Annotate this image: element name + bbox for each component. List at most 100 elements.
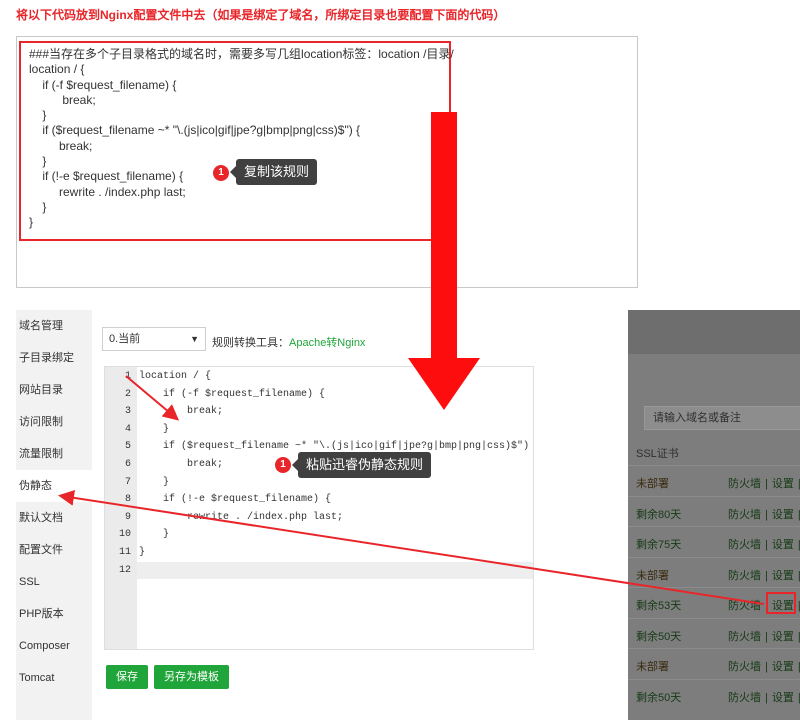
line-number: 9 xyxy=(124,511,131,523)
code-line: if ($request_filename ~* "\.(js|ico|gif|… xyxy=(139,441,534,453)
row-actions: 防火墙 | 设置 | xyxy=(728,628,800,644)
firewall-link[interactable]: 防火墙 xyxy=(728,661,761,673)
version-select-value: 0.当前 xyxy=(109,333,141,345)
site-list-dimmed: 请输入域名或备注 SSL证书 未部署 防火墙 | 设置 | 剩余80天 防火墙 | 设置 | 剩余7… xyxy=(628,310,800,720)
ssl-status: 剩余53天 xyxy=(636,600,682,612)
sidebar-item[interactable]: Tomcat xyxy=(16,662,92,694)
sidebar-item[interactable]: PHP版本 xyxy=(16,598,92,630)
save-button[interactable]: 保存 xyxy=(106,665,148,689)
instruction-text: 将以下代码放到Nginx配置文件中去（如果是绑定了域名，所绑定目录也要配置下面的… xyxy=(16,8,506,22)
source-rule-textarea[interactable]: ###当存在多个子目录格式的域名时，需要多写几组location标签：locat… xyxy=(16,36,638,288)
firewall-link[interactable]: 防火墙 xyxy=(728,600,761,612)
sidebar-item[interactable]: 配置文件 xyxy=(16,534,92,566)
row-actions: 防火墙 | 设置 | xyxy=(728,567,800,583)
firewall-link[interactable]: 防火墙 xyxy=(728,509,761,521)
row-actions: 防火墙 | 设置 | xyxy=(728,689,800,705)
row-actions: 防火墙 | 设置 | xyxy=(728,475,800,491)
copy-rule-callout: 复制该规则 xyxy=(229,159,318,185)
save-as-template-button[interactable]: 另存为模板 xyxy=(154,665,229,689)
action-separator: | xyxy=(765,630,768,643)
action-separator: | xyxy=(765,539,768,551)
line-number: 3 xyxy=(124,406,131,418)
sidebar-item[interactable]: 伪静态 xyxy=(16,470,92,502)
line-number: 12 xyxy=(118,564,131,576)
line-number: 8 xyxy=(124,494,131,506)
action-separator: | xyxy=(765,691,768,704)
settings-sidebar: 域名管理 子目录绑定 网站目录 访问限制 流量限制 伪静态 默认文档 配置文件 SSL PHP版本… xyxy=(16,310,92,720)
code-line: } xyxy=(139,547,146,558)
version-select[interactable]: 0.当前 ▼ xyxy=(102,327,206,351)
site-list-row: 剩余50天 防火墙 | 设置 | xyxy=(628,617,800,648)
ssl-status: 未部署 xyxy=(636,478,669,490)
firewall-link[interactable]: 防火墙 xyxy=(728,692,761,704)
line-number: 2 xyxy=(124,388,131,400)
line-number: 7 xyxy=(124,476,131,488)
settings-highlight-box xyxy=(766,592,796,614)
action-separator: | xyxy=(765,569,768,582)
source-rule-code: ###当存在多个子目录格式的域名时，需要多写几组location标签：locat… xyxy=(29,47,454,230)
line-number: 11 xyxy=(118,547,131,558)
code-line: if (!-e $request_filename) { xyxy=(139,494,332,506)
settings-link[interactable]: 设置 xyxy=(772,631,794,643)
ssl-status: 剩余75天 xyxy=(636,539,682,551)
sidebar-item[interactable]: 域名管理 xyxy=(16,310,92,342)
site-list-row: 剩余50天 防火墙 | 设置 | xyxy=(628,678,800,709)
site-list-row: 剩余80天 防火墙 | 设置 | xyxy=(628,495,800,526)
ssl-status: 未部署 xyxy=(636,569,669,582)
apache-to-nginx-link[interactable]: Apache转Nginx xyxy=(289,337,365,349)
sidebar-item[interactable]: 流量限制 xyxy=(16,438,92,470)
code-line: } xyxy=(139,423,170,435)
row-actions: 防火墙 | 设置 | xyxy=(728,658,800,674)
rewrite-code-editor[interactable]: 1 location / {2 if (-f $request_filename)… xyxy=(104,366,534,650)
line-number: 1 xyxy=(124,371,131,382)
rule-tool-label: 规则转换工具： xyxy=(212,337,289,349)
settings-link[interactable]: 设置 xyxy=(772,570,794,582)
sidebar-item[interactable]: Composer xyxy=(16,630,92,662)
code-line: break; xyxy=(139,459,224,470)
sidebar-item[interactable]: 网站目录 xyxy=(16,374,92,406)
settings-link[interactable]: 设置 xyxy=(772,661,794,673)
line-number: 4 xyxy=(124,423,131,435)
step-badge-paste: 1 xyxy=(275,457,291,473)
code-line: } xyxy=(139,529,170,541)
line-number: 6 xyxy=(124,459,131,470)
site-list-header-strip xyxy=(628,310,800,354)
settings-link[interactable]: 设置 xyxy=(772,539,794,551)
site-list-row: 剩余75天 防火墙 | 设置 | xyxy=(628,526,800,556)
action-separator: | xyxy=(765,661,768,673)
site-list-row: 未部署 防火墙 | 设置 | xyxy=(628,465,800,495)
settings-link[interactable]: 设置 xyxy=(772,692,794,704)
site-search-input[interactable]: 请输入域名或备注 xyxy=(644,406,800,430)
line-number: 10 xyxy=(118,529,131,541)
row-actions: 防火墙 | 设置 | xyxy=(728,536,800,552)
firewall-link[interactable]: 防火墙 xyxy=(728,631,761,643)
settings-link[interactable]: 设置 xyxy=(772,478,794,490)
sidebar-item[interactable]: 默认文档 xyxy=(16,502,92,534)
code-line: } xyxy=(139,476,170,488)
chevron-down-icon: ▼ xyxy=(190,334,199,344)
code-line: rewrite . /index.php last; xyxy=(139,511,344,523)
settings-link[interactable]: 设置 xyxy=(772,509,794,521)
line-number: 5 xyxy=(124,441,131,453)
sidebar-item[interactable]: 访问限制 xyxy=(16,406,92,438)
rule-converter: 规则转换工具：Apache转Nginx xyxy=(212,334,365,350)
rewrite-content: 0.当前 ▼ 规则转换工具：Apache转Nginx 1 location / {… xyxy=(92,310,704,720)
sidebar-item[interactable]: SSL xyxy=(16,566,92,598)
ssl-status: 剩余80天 xyxy=(636,508,682,521)
sidebar-item[interactable]: 子目录绑定 xyxy=(16,342,92,374)
site-settings-panel: 域名管理 子目录绑定 网站目录 访问限制 流量限制 伪静态 默认文档 配置文件 SSL PHP版本… xyxy=(16,310,800,720)
code-line: location / { xyxy=(139,371,212,382)
row-actions: 防火墙 | 设置 | xyxy=(728,506,800,522)
active-line-highlight xyxy=(137,561,533,580)
paste-rule-callout: 粘贴迅睿伪静态规则 xyxy=(291,452,432,478)
firewall-link[interactable]: 防火墙 xyxy=(728,478,761,490)
firewall-link[interactable]: 防火墙 xyxy=(728,539,761,551)
firewall-link[interactable]: 防火墙 xyxy=(728,570,761,582)
site-list-row: 未部署 防火墙 | 设置 | xyxy=(628,648,800,678)
ssl-column-header: SSL证书 xyxy=(636,448,679,460)
code-line: break; xyxy=(139,406,224,418)
ssl-status: 未部署 xyxy=(636,661,669,673)
ssl-status: 剩余50天 xyxy=(636,691,682,704)
ssl-status: 剩余50天 xyxy=(636,630,682,643)
action-separator: | xyxy=(765,508,768,521)
